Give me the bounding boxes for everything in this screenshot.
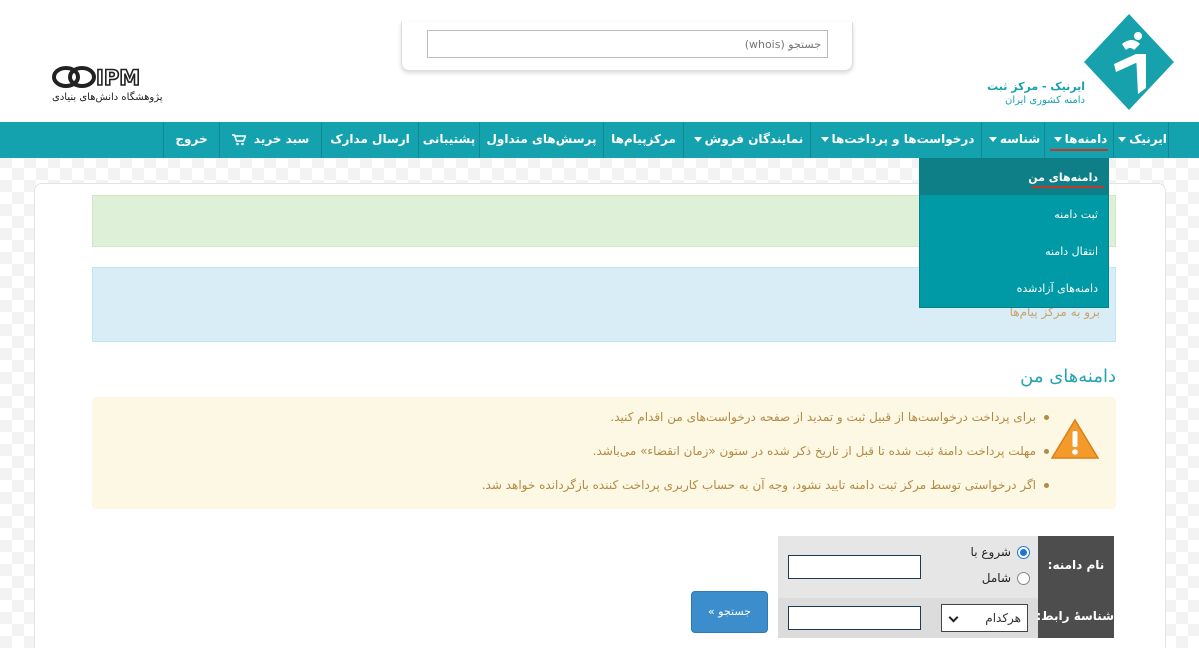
warning-bullet: مهلت پرداخت دامنهٔ ثبت شده تا قبل از تار… (289, 444, 1049, 458)
page-title: دامنه‌های من (1020, 366, 1116, 387)
ipm-logo[interactable]: IPM (52, 64, 152, 90)
active-dropdown-indicator (1032, 186, 1104, 188)
chevron-down-icon (1118, 137, 1127, 142)
nav-item-requests[interactable]: درخواست‌ها و پرداخت‌ها (811, 122, 981, 158)
domain-name-label: نام دامنه: (1047, 558, 1105, 572)
contact-type-select[interactable]: هرکدام (941, 604, 1028, 632)
dropdown-item-register-domain[interactable]: ثبت دامنه (920, 196, 1108, 233)
brand-name: ایرنیک - مرکز ثبت (987, 80, 1085, 93)
chevron-down-icon (988, 137, 997, 142)
chevron-down-icon (1053, 137, 1062, 142)
warning-icon (1050, 418, 1100, 459)
active-nav-indicator (1050, 149, 1108, 151)
nav-item-resellers[interactable]: نمایندگان فروش (684, 122, 810, 158)
radio-starts-with[interactable]: شروع با (940, 545, 1030, 559)
search-button[interactable]: جستجو » (691, 591, 768, 633)
radio-button-selected[interactable] (1017, 546, 1030, 559)
nav-item-faq[interactable]: پرسش‌های متداول (480, 122, 603, 158)
bullet-dot (1044, 483, 1049, 488)
nav-item-documents[interactable]: ارسال مدارک (322, 122, 418, 158)
brand-subtitle: دامنه کشوری ایران (1004, 95, 1085, 106)
nav-item-messages[interactable]: مرکزپیام‌ها (604, 122, 683, 158)
nav-item-support[interactable]: پشتیبانی (419, 122, 479, 158)
chevron-down-icon (948, 612, 959, 623)
nav-item-handle[interactable]: شناسه (982, 122, 1044, 158)
nav-item-irnic[interactable]: ایرنیک (1114, 122, 1168, 158)
chevron-down-icon (820, 137, 829, 142)
irnic-logo[interactable] (1084, 14, 1174, 110)
nav-item-logout[interactable]: خروج (164, 122, 219, 158)
ipm-subtitle: پژوهشگاه دانش‌های بنیادی (52, 92, 163, 103)
whois-search-input[interactable] (427, 30, 828, 58)
nav-item-cart[interactable]: سبد خرید (220, 122, 321, 158)
ipm-logo-text: IPM (96, 66, 140, 90)
domain-name-input[interactable] (788, 555, 921, 579)
contact-handle-input[interactable] (788, 606, 921, 630)
dropdown-item-released-domains[interactable]: دامنه‌های آزادشده (920, 270, 1108, 307)
bullet-dot (1044, 415, 1049, 420)
cart-icon (231, 133, 247, 145)
bullet-dot (1044, 449, 1049, 454)
contact-handle-label: شناسهٔ رابط: (1036, 609, 1114, 623)
dropdown-item-my-domains[interactable]: دامنه‌های من (920, 159, 1108, 196)
main-nav: ایرنیک دامنه‌ها شناسه درخواست‌ها و پرداخ… (0, 122, 1199, 158)
warning-bullet: برای پرداخت درخواست‌ها از قبیل ثبت و تمد… (289, 410, 1049, 424)
radio-button[interactable] (1017, 572, 1030, 585)
warning-bullet: اگر درخواستی توسط مرکز ثبت دامنه تایید ن… (289, 478, 1049, 492)
chevron-down-icon (693, 137, 702, 142)
radio-contains[interactable]: شامل (940, 571, 1030, 585)
dropdown-item-transfer-domain[interactable]: انتقال دامنه (920, 233, 1108, 270)
nav-item-domains[interactable]: دامنه‌ها (1045, 122, 1113, 158)
domains-dropdown-menu: دامنه‌های من ثبت دامنه انتقال دامنه دامن… (919, 158, 1109, 308)
